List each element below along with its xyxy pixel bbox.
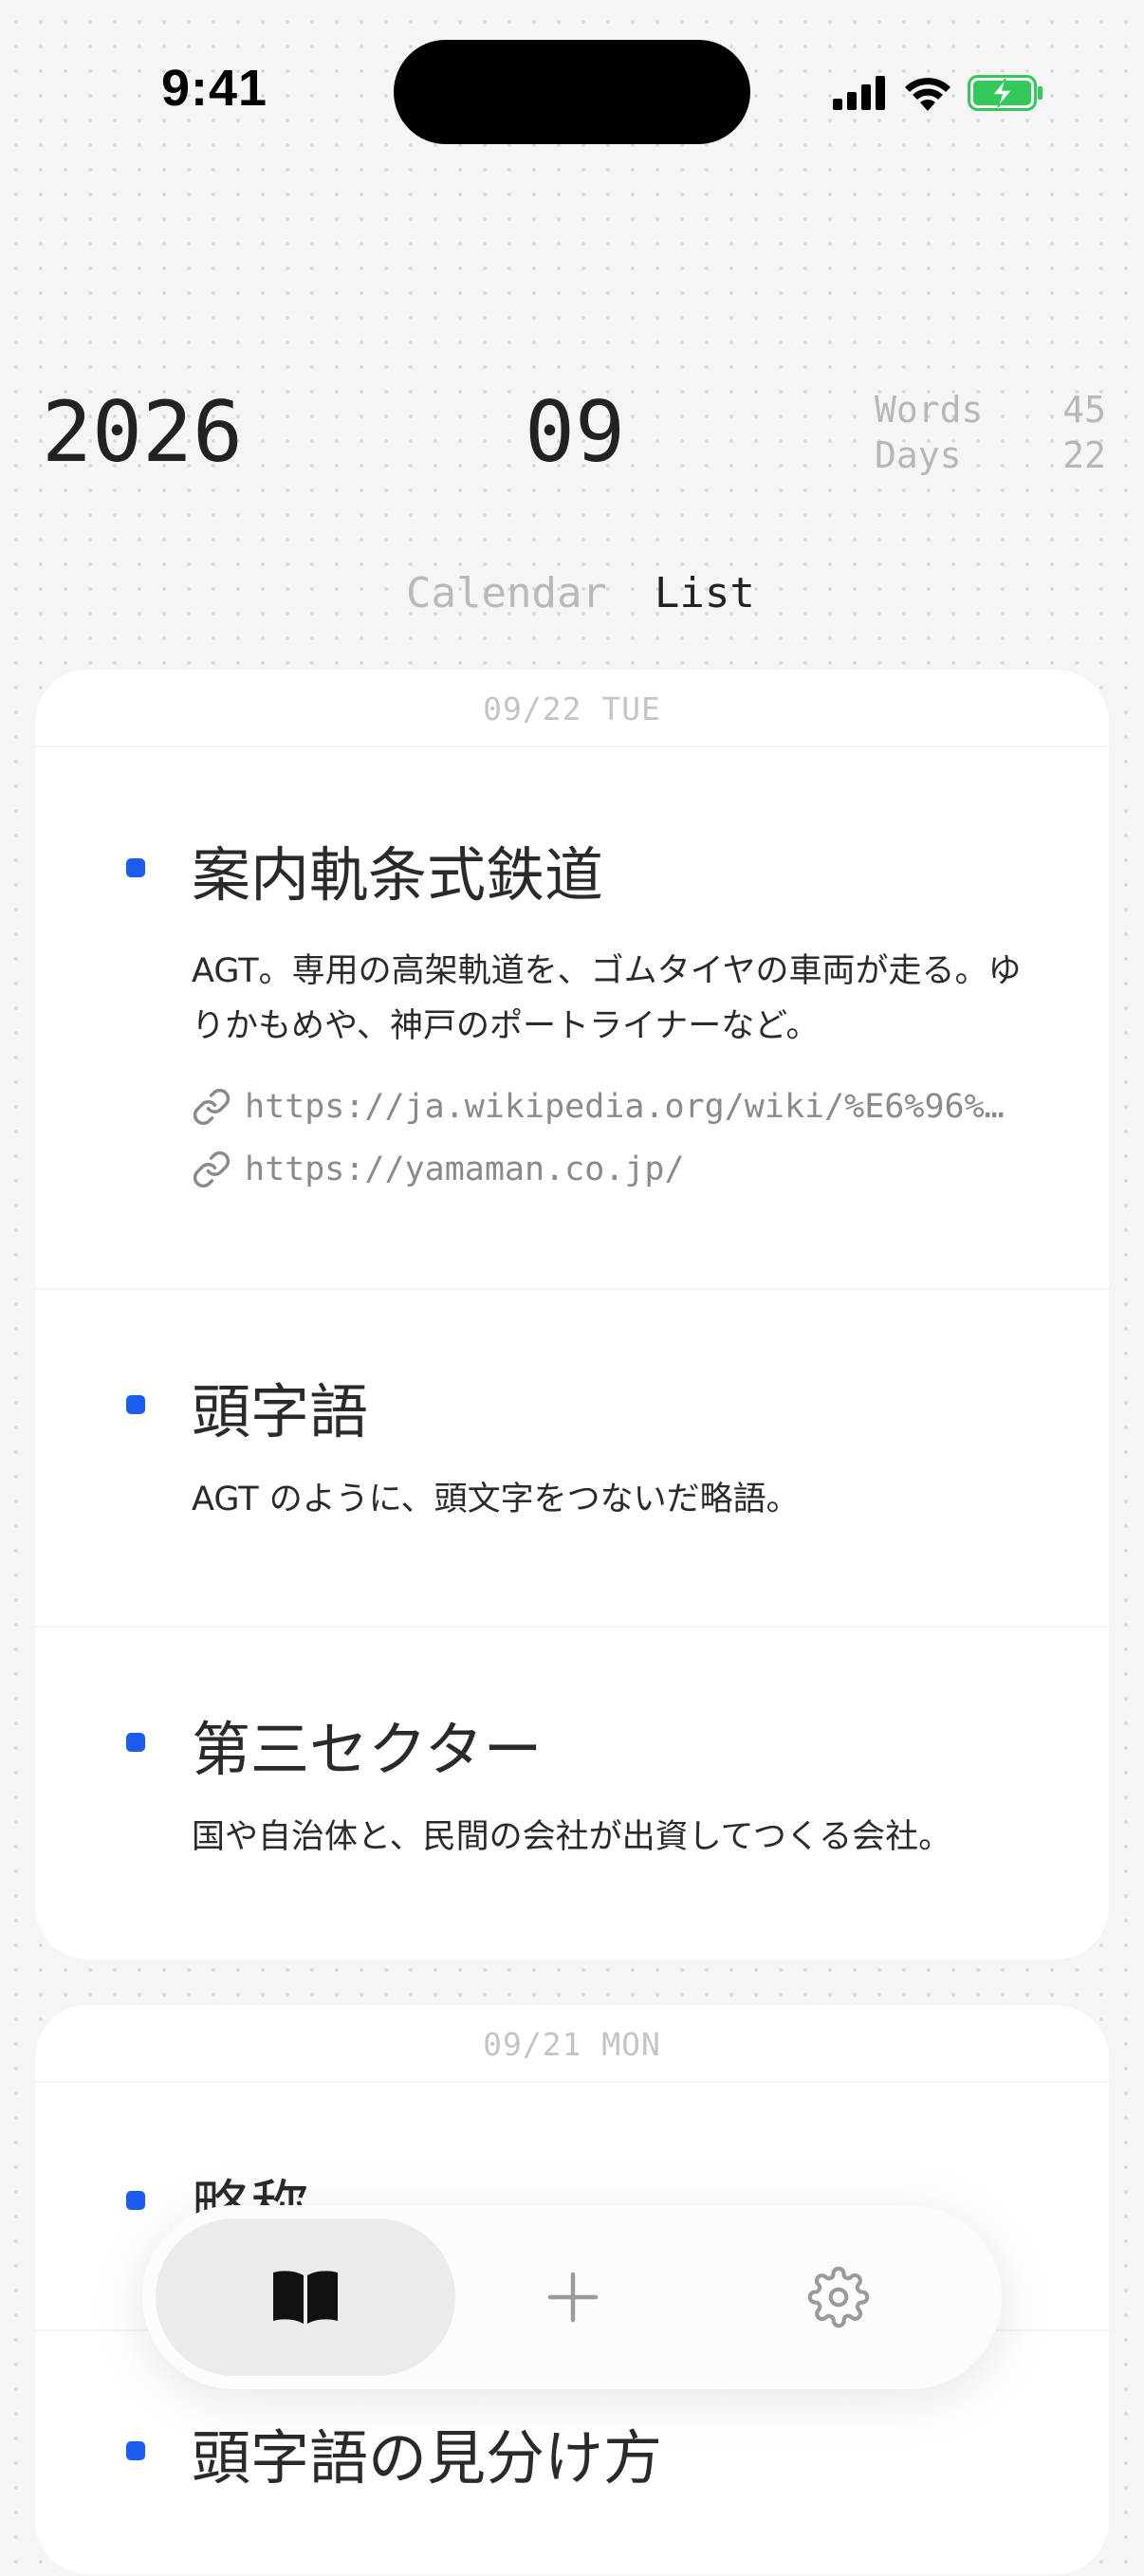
cellular-signal-icon xyxy=(833,76,885,110)
entry-title: 頭字語の見分け方 xyxy=(192,2423,663,2493)
entry-link[interactable]: https://yamaman.co.jp/ xyxy=(192,1147,1023,1192)
link-icon xyxy=(193,1150,231,1188)
word-entry[interactable]: 第三セクター 国や自治体と、民間の会社が出資してつくる会社。 xyxy=(35,1628,1109,1963)
tab-calendar[interactable]: Calendar xyxy=(406,569,607,617)
tab-settings[interactable] xyxy=(689,2218,988,2376)
entry-link[interactable]: https://ja.wikipedia.org/wiki/%E6%96%… xyxy=(192,1084,1023,1130)
battery-charging-icon xyxy=(968,75,1043,111)
add-word-button[interactable] xyxy=(423,2218,723,2376)
entry-description: AGT。専用の高架軌道を、ゴムタイヤの車両が走る。ゆりかもめや、神戸のポートライ… xyxy=(192,952,1022,1045)
tab-words[interactable] xyxy=(156,2218,455,2376)
link-icon xyxy=(193,1088,231,1126)
entry-title: 第三セクター xyxy=(192,1715,543,1784)
entry-link-url: https://yamaman.co.jp/ xyxy=(245,1150,685,1188)
stat-words: Words 45 xyxy=(875,387,1106,432)
status-icons xyxy=(833,66,1043,120)
gear-icon xyxy=(807,2266,870,2328)
view-toggle: Calendar List xyxy=(406,569,755,617)
entry-title: 頭字語 xyxy=(192,1377,369,1446)
stat-days: Days 22 xyxy=(875,432,1106,478)
entry-title: 案内軌条式鉄道 xyxy=(192,840,604,910)
word-entry[interactable]: 頭字語 AGT のように、頭文字をつないだ略語。 xyxy=(35,1290,1109,1628)
status-time: 9:41 xyxy=(161,60,268,117)
entry-bullet xyxy=(126,2441,145,2460)
dynamic-island xyxy=(394,40,750,144)
tab-list[interactable]: List xyxy=(655,569,755,617)
entry-bullet xyxy=(126,2191,145,2210)
day-date-header: 09/22 TUE xyxy=(35,670,1109,747)
wifi-icon xyxy=(905,78,950,111)
entry-description: AGT のように、頭文字をつないだ略語。 xyxy=(192,1481,800,1518)
entry-bullet xyxy=(126,1395,145,1414)
stats-summary: Words 45 Days 22 xyxy=(875,387,1106,478)
entry-link-url: https://ja.wikipedia.org/wiki/%E6%96%… xyxy=(245,1088,1005,1126)
entry-description: 国や自治体と、民間の会社が出資してつくる会社。 xyxy=(192,1818,952,1856)
stat-value: 22 xyxy=(1062,434,1106,476)
entry-bullet xyxy=(126,1733,145,1752)
plus-icon xyxy=(547,2272,599,2323)
word-entry[interactable]: 案内軌条式鉄道 AGT。専用の高架軌道を、ゴムタイヤの車両が走る。ゆりかもめや、… xyxy=(35,747,1109,1290)
day-date-header: 09/21 MON xyxy=(35,2005,1109,2083)
stat-label: Days xyxy=(875,434,962,476)
year-label[interactable]: 2026 xyxy=(42,383,243,481)
day-card: 09/22 TUE 案内軌条式鉄道 AGT。専用の高架軌道を、ゴムタイヤの車両が… xyxy=(35,670,1109,1960)
entry-bullet xyxy=(126,858,145,877)
stat-label: Words xyxy=(875,389,984,431)
book-open-icon xyxy=(273,2271,338,2324)
stat-value: 45 xyxy=(1062,389,1106,431)
month-label[interactable]: 09 xyxy=(525,383,625,481)
bottom-tab-bar xyxy=(142,2205,1002,2389)
